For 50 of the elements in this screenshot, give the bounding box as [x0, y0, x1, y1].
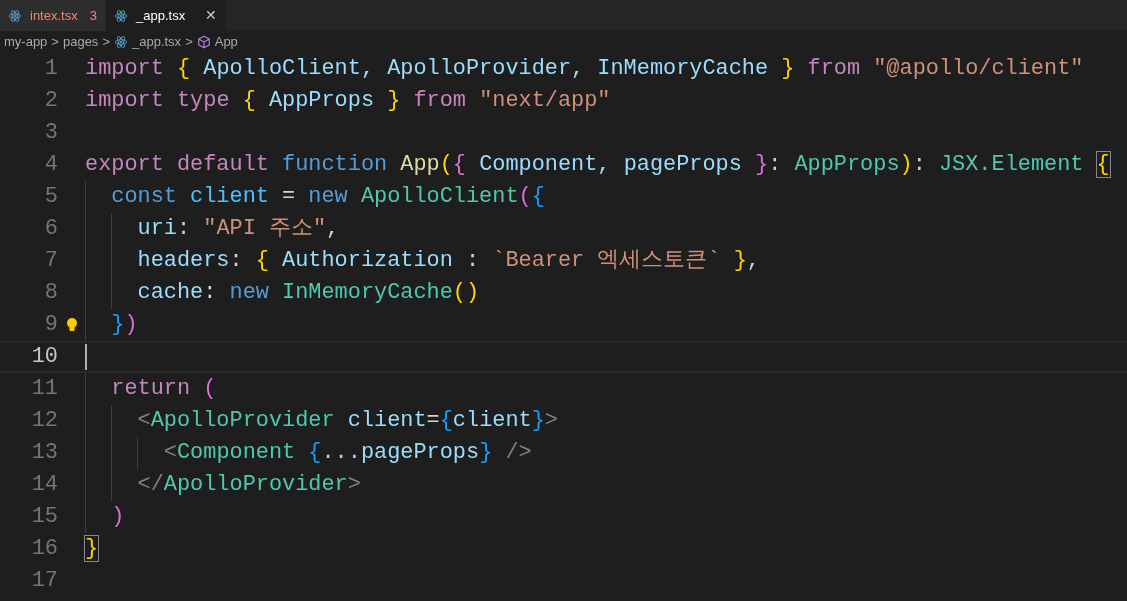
code-line: import type { AppProps } from "next/app" [85, 86, 611, 115]
line-number: 8 [44, 279, 58, 305]
breadcrumb-item[interactable]: pages [62, 32, 99, 52]
code-line: <Component {...pageProps} /> [162, 438, 532, 467]
code-line: <ApolloProvider client={client}> [136, 406, 558, 435]
line-number: 17 [31, 567, 58, 593]
problem-count: 3 [89, 6, 97, 25]
editor-tab[interactable]: intex.tsx 3 [0, 0, 106, 31]
line-number: 4 [44, 151, 58, 177]
code-line: const client = new ApolloClient({ [110, 182, 545, 211]
tab-label: _app.tsx [136, 6, 186, 25]
react-file-icon [113, 35, 128, 49]
line-number: 6 [44, 215, 58, 241]
breadcrumb-item[interactable]: App [214, 32, 238, 52]
code-line: </ApolloProvider> [136, 470, 361, 499]
line-number: 1 [44, 55, 58, 81]
line-number: 13 [31, 439, 58, 465]
code-line: headers: { Authorization : `Bearer 엑세스토큰` }, [136, 246, 760, 275]
line-number: 15 [31, 503, 58, 529]
line-number: 14 [31, 471, 58, 497]
code-line: import { ApolloClient, ApolloProvider, InMemoryCache } from "@apollo/client" [85, 54, 1084, 83]
tab-label: intex.tsx [30, 6, 78, 25]
close-tab-button[interactable]: ✕ [205, 5, 217, 26]
breadcrumb-separator: > [185, 33, 193, 52]
editor-tab[interactable]: _app.tsx ✕ [106, 0, 226, 31]
line-number: 7 [44, 247, 58, 273]
line-number: 3 [44, 119, 58, 145]
code-line: ) [110, 502, 125, 531]
breadcrumb-separator: > [102, 33, 110, 52]
code-line: return ( [110, 374, 217, 403]
react-file-icon [8, 8, 22, 23]
code-line: } [85, 534, 99, 563]
text-cursor [85, 344, 87, 370]
lightbulb-icon[interactable] [65, 317, 78, 333]
line-number: 9 [44, 311, 58, 337]
line-number: 5 [44, 183, 58, 209]
code-line: uri: "API 주소", [136, 214, 340, 243]
line-number: 2 [44, 87, 58, 113]
code-line: }) [110, 310, 138, 339]
line-number: 16 [31, 535, 58, 561]
line-number: 10 [31, 343, 58, 369]
cube-icon [196, 35, 211, 49]
breadcrumb-item[interactable]: my-app [4, 32, 48, 52]
code-line: cache: new InMemoryCache() [136, 278, 480, 307]
line-number: 11 [31, 375, 58, 401]
breadcrumb-separator: > [51, 33, 59, 52]
breadcrumb-item[interactable]: _app.tsx [131, 32, 182, 52]
react-file-icon [114, 8, 128, 23]
code-line: export default function App({ Component, pageProps }: AppProps): JSX.Element { [85, 150, 1110, 179]
line-number: 12 [31, 407, 58, 433]
